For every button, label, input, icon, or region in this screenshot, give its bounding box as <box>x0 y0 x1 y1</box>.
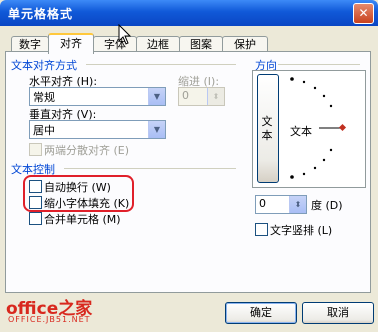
merge-cells-checkbox[interactable] <box>29 212 42 225</box>
close-button[interactable]: ✕ <box>353 3 374 24</box>
horizontal-alignment-select[interactable]: 常规 ▼ <box>29 87 166 106</box>
shrink-to-fit-label: 缩小字体填充 (K) <box>44 197 130 210</box>
horizontal-alignment-value: 常规 <box>33 91 55 104</box>
orientation-dial-text: 文本 <box>290 125 312 138</box>
spinner-arrows-icon[interactable]: ⬍ <box>207 88 224 105</box>
window-title: 单元格格式 <box>8 7 74 21</box>
indent-value: 0 <box>182 89 189 102</box>
section-divider <box>278 64 360 65</box>
degrees-label: 度 (D) <box>311 199 343 212</box>
text-alignment-section-label: 文本对齐方式 <box>11 59 77 72</box>
vertical-alignment-value: 居中 <box>33 124 55 137</box>
ok-button[interactable]: 确定 <box>225 302 297 324</box>
cancel-button[interactable]: 取消 <box>302 302 374 324</box>
degrees-value: 0 <box>259 197 266 210</box>
merge-cells-label: 合并单元格 (M) <box>44 213 121 226</box>
vertical-text-checkbox[interactable] <box>255 223 268 236</box>
mouse-cursor-icon <box>118 24 132 45</box>
wrap-text-label: 自动换行 (W) <box>44 181 111 194</box>
spinner-arrows-icon[interactable]: ⬍ <box>289 196 306 213</box>
tab-border[interactable]: 边框 <box>136 36 180 52</box>
vertical-text-label: 文本 <box>261 115 273 142</box>
justify-distributed-checkbox[interactable] <box>29 143 42 156</box>
chevron-down-icon[interactable]: ▼ <box>148 121 165 138</box>
indent-spinner[interactable]: 0 ⬍ <box>178 87 225 106</box>
tab-protection[interactable]: 保护 <box>222 36 268 52</box>
tab-alignment[interactable]: 对齐 <box>48 33 94 54</box>
shrink-to-fit-checkbox[interactable] <box>29 196 42 209</box>
tab-number[interactable]: 数字 <box>11 36 49 52</box>
chevron-down-icon[interactable]: ▼ <box>148 88 165 105</box>
section-divider <box>86 64 236 65</box>
section-divider <box>64 168 236 169</box>
degrees-spinner[interactable]: 0 ⬍ <box>255 195 307 214</box>
tab-patterns[interactable]: 图案 <box>179 36 223 52</box>
wrap-text-checkbox[interactable] <box>29 180 42 193</box>
watermark-url: OFFICE.JB51.NET <box>8 315 91 324</box>
vertical-alignment-select[interactable]: 居中 ▼ <box>29 120 166 139</box>
vertical-text-checkbox-label: 文字竖排 (L) <box>270 224 333 237</box>
justify-distributed-label: 两端分散对齐 (E) <box>44 144 130 157</box>
